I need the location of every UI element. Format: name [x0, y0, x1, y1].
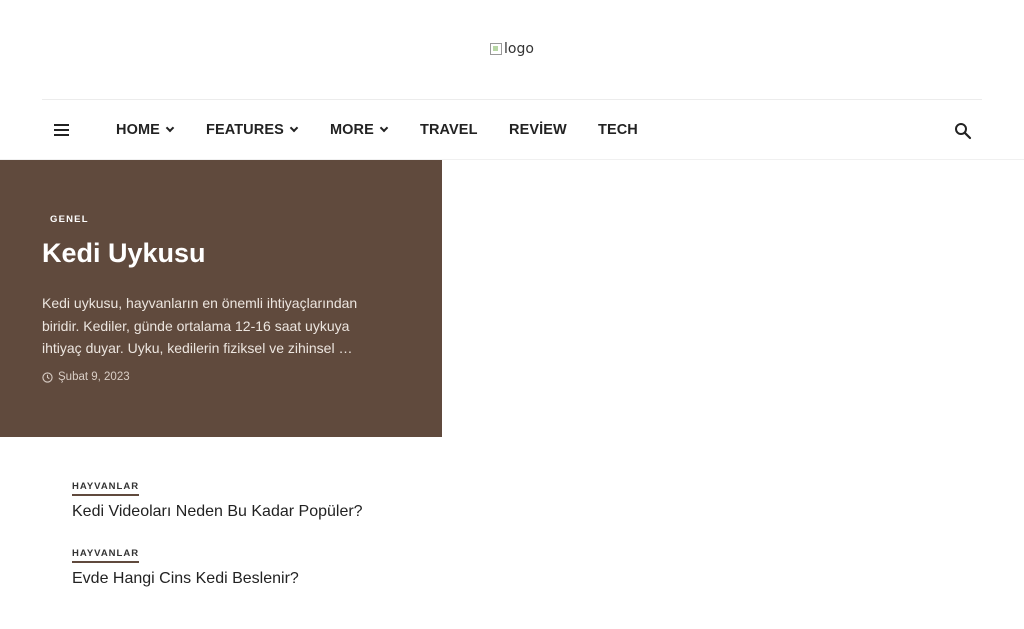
nav-item-label: TRAVEL	[420, 122, 478, 138]
nav-item-label: MORE	[330, 122, 374, 138]
nav-item-more[interactable]: MORE	[330, 120, 389, 140]
chevron-down-icon	[379, 123, 389, 133]
post-title[interactable]: Kedi Videoları Neden Bu Kadar Popüler?	[72, 503, 672, 521]
post-category[interactable]: HAYVANLAR	[72, 481, 140, 496]
featured-post: GENEL Kedi Uykusu Kedi uykusu, hayvanlar…	[0, 160, 442, 437]
nav-item-label: TECH	[598, 122, 638, 138]
nav-item-label: HOME	[116, 122, 160, 138]
featured-category[interactable]: GENEL	[50, 214, 89, 225]
nav-item-label: FEATURES	[206, 122, 284, 138]
broken-image-icon	[490, 43, 502, 55]
main-navigation: HOME FEATURES MORE TRAVEL REVİEW TECH	[0, 100, 1024, 160]
nav-item-review[interactable]: REVİEW	[509, 120, 567, 140]
featured-date: Şubat 9, 2023	[42, 371, 130, 383]
post-category[interactable]: HAYVANLAR	[72, 548, 140, 563]
featured-excerpt: Kedi uykusu, hayvanların en önemli ihtiy…	[42, 295, 358, 356]
search-icon[interactable]	[954, 122, 972, 140]
site-header: logo	[0, 0, 1024, 100]
clock-icon	[42, 371, 53, 383]
featured-date-text: Şubat 9, 2023	[58, 371, 130, 383]
site-logo[interactable]: logo	[490, 40, 534, 58]
nav-item-features[interactable]: FEATURES	[206, 120, 299, 140]
nav-item-home[interactable]: HOME	[116, 120, 175, 140]
list-item: HAYVANLAR Evde Hangi Cins Kedi Beslenir?	[72, 543, 672, 588]
list-item: HAYVANLAR Kedi Videoları Neden Bu Kadar …	[72, 476, 672, 521]
nav-item-tech[interactable]: TECH	[598, 120, 638, 140]
chevron-down-icon	[165, 123, 175, 133]
chevron-down-icon	[289, 123, 299, 133]
logo-alt-text: logo	[504, 41, 534, 57]
nav-item-travel[interactable]: TRAVEL	[420, 120, 478, 140]
featured-title[interactable]: Kedi Uykusu	[42, 238, 206, 269]
post-title[interactable]: Evde Hangi Cins Kedi Beslenir?	[72, 570, 672, 588]
hamburger-menu-icon[interactable]	[54, 124, 69, 136]
nav-item-label: REVİEW	[509, 122, 567, 138]
